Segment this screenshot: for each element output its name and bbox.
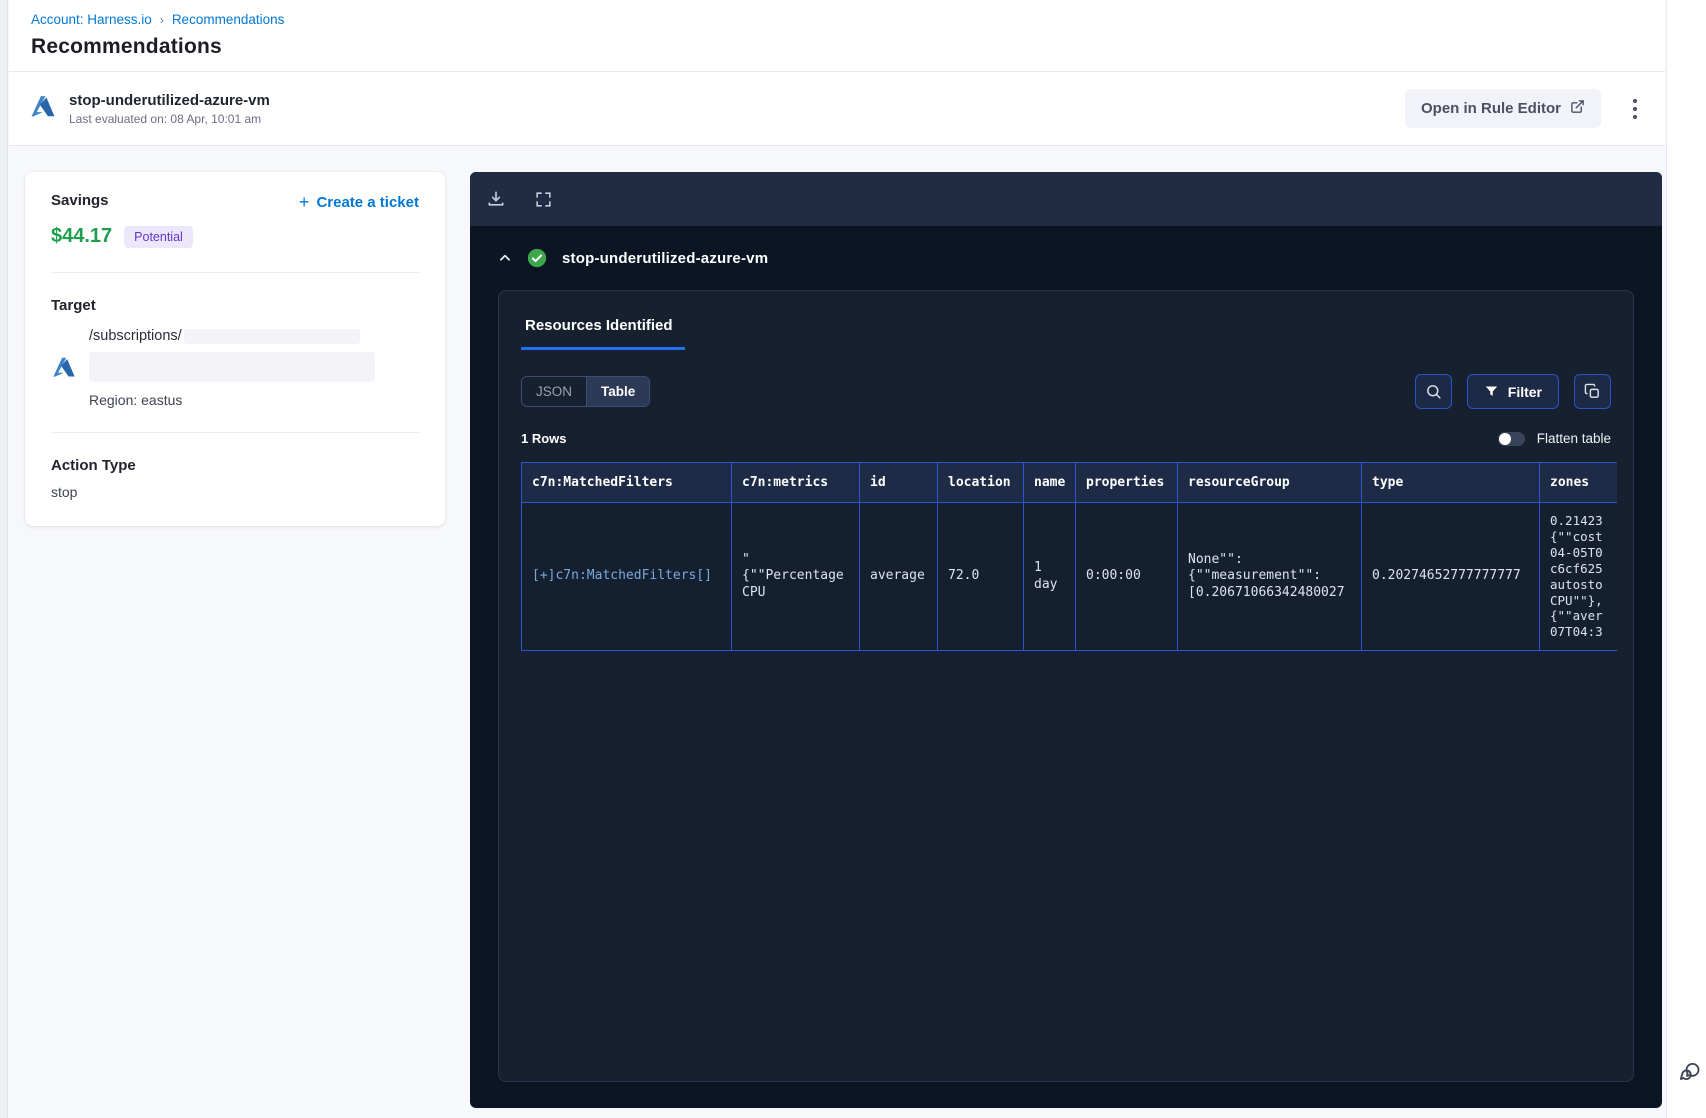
filter-icon — [1484, 384, 1499, 399]
view-toggle-table[interactable]: Table — [586, 377, 650, 406]
recommendation-identity: stop-underutilized-azure-vm Last evaluat… — [29, 92, 270, 126]
download-icon[interactable] — [486, 189, 506, 209]
plus-icon: + — [298, 192, 310, 212]
create-ticket-button[interactable]: + Create a ticket — [299, 192, 419, 213]
right-rail — [1666, 0, 1706, 1118]
cell-type: 0.20274652777777777 — [1361, 501, 1540, 652]
page-header: Account: Harness.io › Recommendations Re… — [9, 0, 1665, 72]
check-circle-icon — [527, 248, 547, 268]
filter-button[interactable]: Filter — [1466, 374, 1559, 409]
fullscreen-icon[interactable] — [534, 190, 553, 209]
search-icon[interactable] — [1414, 374, 1452, 409]
redacted-text — [183, 328, 360, 344]
breadcrumb-account-link[interactable]: Account: Harness.io — [31, 12, 152, 27]
page-title: Recommendations — [31, 35, 222, 58]
table-action-buttons: Filter — [1414, 374, 1611, 409]
panel-toolbar — [470, 172, 1662, 226]
cell-zones: 0.21423 {""cost 04-05T0 c6cf625 autosto … — [1539, 501, 1617, 652]
header-actions: Open in Rule Editor — [1404, 89, 1643, 128]
cell-id: average — [859, 501, 938, 652]
azure-logo-icon — [51, 354, 77, 385]
external-link-icon — [1570, 99, 1585, 118]
col-header-resource-group: resourceGroup — [1177, 462, 1362, 503]
target-label: Target — [51, 297, 96, 314]
cell-name: 1 day — [1023, 501, 1076, 652]
recommendation-header: stop-underutilized-azure-vm Last evaluat… — [9, 72, 1665, 146]
flatten-table-control: Flatten table — [1497, 431, 1611, 446]
recommendation-name: stop-underutilized-azure-vm — [69, 91, 270, 109]
savings-amount: $44.17 — [51, 225, 113, 247]
open-rule-editor-label: Open in Rule Editor — [1420, 100, 1561, 117]
col-header-name: name — [1023, 462, 1076, 503]
view-toggle: JSON Table — [521, 376, 651, 407]
recommendation-title-block: stop-underutilized-azure-vm Last evaluat… — [69, 92, 270, 126]
body-area: Savings + Create a ticket $44.17 Potenti… — [9, 146, 1665, 1108]
resources-card: Resources Identified JSON Table Filter 1… — [498, 290, 1634, 1082]
chat-bubble-icon[interactable] — [1674, 1059, 1700, 1090]
cell-matched-filters-expander[interactable]: [+]c7n:MatchedFilters[] — [521, 501, 732, 652]
flatten-table-toggle[interactable] — [1497, 431, 1525, 446]
target-block: /subscriptions/ Region: eastus — [51, 328, 419, 408]
copy-icon[interactable] — [1574, 374, 1611, 409]
cell-properties: 0:00:00 — [1075, 501, 1178, 652]
cell-resource-group: None"": {""measurement"": [0.20671066342… — [1177, 501, 1362, 652]
action-type-label: Action Type — [51, 457, 136, 474]
potential-badge: Potential — [124, 225, 193, 248]
tab-resources-identified[interactable]: Resources Identified — [521, 317, 685, 350]
savings-label: Savings — [51, 192, 109, 209]
col-header-type: type — [1361, 462, 1540, 503]
col-header-zones: zones — [1539, 462, 1617, 503]
col-header-metrics: c7n:metrics — [731, 462, 860, 503]
divider — [51, 432, 419, 433]
rows-info-bar: 1 Rows Flatten table — [521, 431, 1611, 446]
divider — [51, 272, 419, 273]
cell-metrics: " {""Percentage CPU — [731, 501, 860, 652]
disclosure-row: stop-underutilized-azure-vm — [498, 226, 1634, 290]
col-header-location: location — [937, 462, 1024, 503]
collapsed-left-rail — [0, 0, 8, 1118]
last-evaluated-text: Last evaluated on: 08 Apr, 10:01 am — [69, 111, 262, 126]
azure-logo-icon — [29, 92, 57, 125]
flatten-table-label: Flatten table — [1536, 431, 1611, 446]
results-panel: stop-underutilized-azure-vm Resources Id… — [470, 172, 1662, 1108]
col-header-id: id — [859, 462, 938, 503]
create-ticket-label: Create a ticket — [316, 194, 419, 211]
cell-location: 72.0 — [937, 501, 1024, 652]
target-region: Region: eastus — [89, 392, 183, 408]
breadcrumb-separator: › — [159, 12, 164, 27]
col-header-properties: properties — [1075, 462, 1178, 503]
filter-label: Filter — [1507, 383, 1542, 400]
table-controls: JSON Table Filter — [521, 374, 1611, 409]
chevron-up-icon[interactable] — [498, 251, 512, 265]
rows-count: 1 Rows — [521, 431, 567, 446]
details-card: Savings + Create a ticket $44.17 Potenti… — [25, 172, 445, 526]
table-row: [+]c7n:MatchedFilters[] " {""Percentage … — [521, 501, 1617, 652]
panel-recommendation-name: stop-underutilized-azure-vm — [562, 249, 769, 267]
open-rule-editor-button[interactable]: Open in Rule Editor — [1404, 89, 1601, 128]
table-header-row: c7n:MatchedFilters c7n:metrics id locati… — [521, 462, 1617, 503]
target-path: /subscriptions/ — [89, 328, 182, 344]
breadcrumb-recommendations-link[interactable]: Recommendations — [172, 12, 285, 27]
col-header-matched-filters: c7n:MatchedFilters — [521, 462, 732, 503]
results-table-wrap[interactable]: c7n:MatchedFilters c7n:metrics id locati… — [521, 462, 1617, 652]
panel-body: stop-underutilized-azure-vm Resources Id… — [470, 226, 1662, 1108]
kebab-menu-icon[interactable] — [1627, 95, 1643, 123]
view-toggle-json[interactable]: JSON — [522, 377, 586, 406]
action-type-value: stop — [51, 484, 78, 500]
redacted-text — [89, 352, 375, 382]
main-content: Account: Harness.io › Recommendations Re… — [9, 0, 1665, 1118]
breadcrumb: Account: Harness.io › Recommendations — [31, 12, 1643, 27]
results-table: c7n:MatchedFilters c7n:metrics id locati… — [521, 462, 1617, 652]
